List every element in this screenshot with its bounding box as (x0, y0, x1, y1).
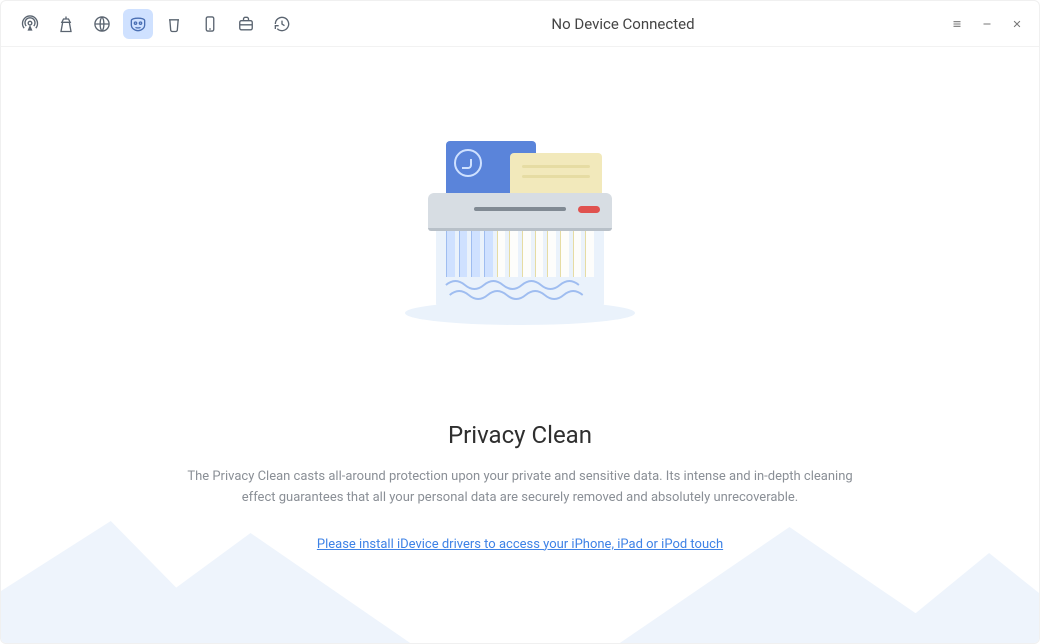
connection-status: No Device Connected (297, 15, 949, 33)
globe-icon[interactable] (87, 9, 117, 39)
airdrop-icon[interactable] (15, 9, 45, 39)
privacy-mask-icon[interactable] (123, 9, 153, 39)
speedup-icon[interactable] (51, 9, 81, 39)
app-window: No Device Connected (0, 0, 1040, 644)
page-description: The Privacy Clean casts all-around prote… (170, 467, 870, 509)
install-drivers-link[interactable]: Please install iDevice drivers to access… (317, 537, 723, 552)
trash-icon[interactable] (159, 9, 189, 39)
titlebar: No Device Connected (1, 1, 1039, 47)
phone-icon[interactable] (195, 9, 225, 39)
briefcase-icon[interactable] (231, 9, 261, 39)
background-decoration (1, 513, 1039, 643)
page-title: Privacy Clean (448, 421, 592, 449)
close-button[interactable] (1009, 16, 1025, 32)
window-controls (949, 16, 1025, 32)
shredder-illustration (410, 135, 630, 325)
minimize-button[interactable] (979, 16, 995, 32)
menu-icon[interactable] (949, 16, 965, 32)
nav-tabs (15, 9, 297, 39)
history-icon[interactable] (267, 9, 297, 39)
main-content: Privacy Clean The Privacy Clean casts al… (1, 47, 1039, 643)
